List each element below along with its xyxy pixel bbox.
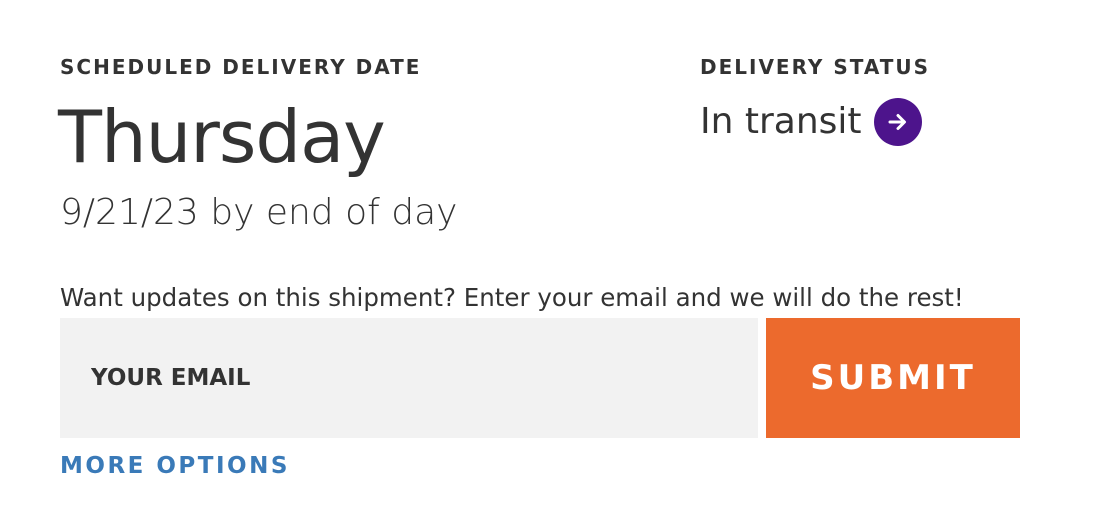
arrow-right-glyph bbox=[888, 114, 906, 130]
scheduled-delivery-date-label: SCHEDULED DELIVERY DATE bbox=[60, 55, 422, 79]
email-input[interactable] bbox=[60, 318, 758, 438]
more-options-link[interactable]: MORE OPTIONS bbox=[60, 453, 290, 479]
delivery-status-label: DELIVERY STATUS bbox=[700, 55, 931, 79]
delivery-status: In transit bbox=[700, 96, 922, 148]
submit-button[interactable]: SUBMIT bbox=[766, 318, 1020, 438]
arrow-right-circle-icon[interactable] bbox=[873, 98, 922, 146]
delivery-day: Thursday bbox=[58, 95, 386, 179]
email-field-container bbox=[60, 318, 758, 438]
email-updates-prompt: Want updates on this shipment? Enter you… bbox=[60, 283, 964, 312]
delivery-status-value: In transit bbox=[700, 101, 862, 142]
delivery-date-line: 9/21/23 by end of day bbox=[60, 192, 458, 233]
